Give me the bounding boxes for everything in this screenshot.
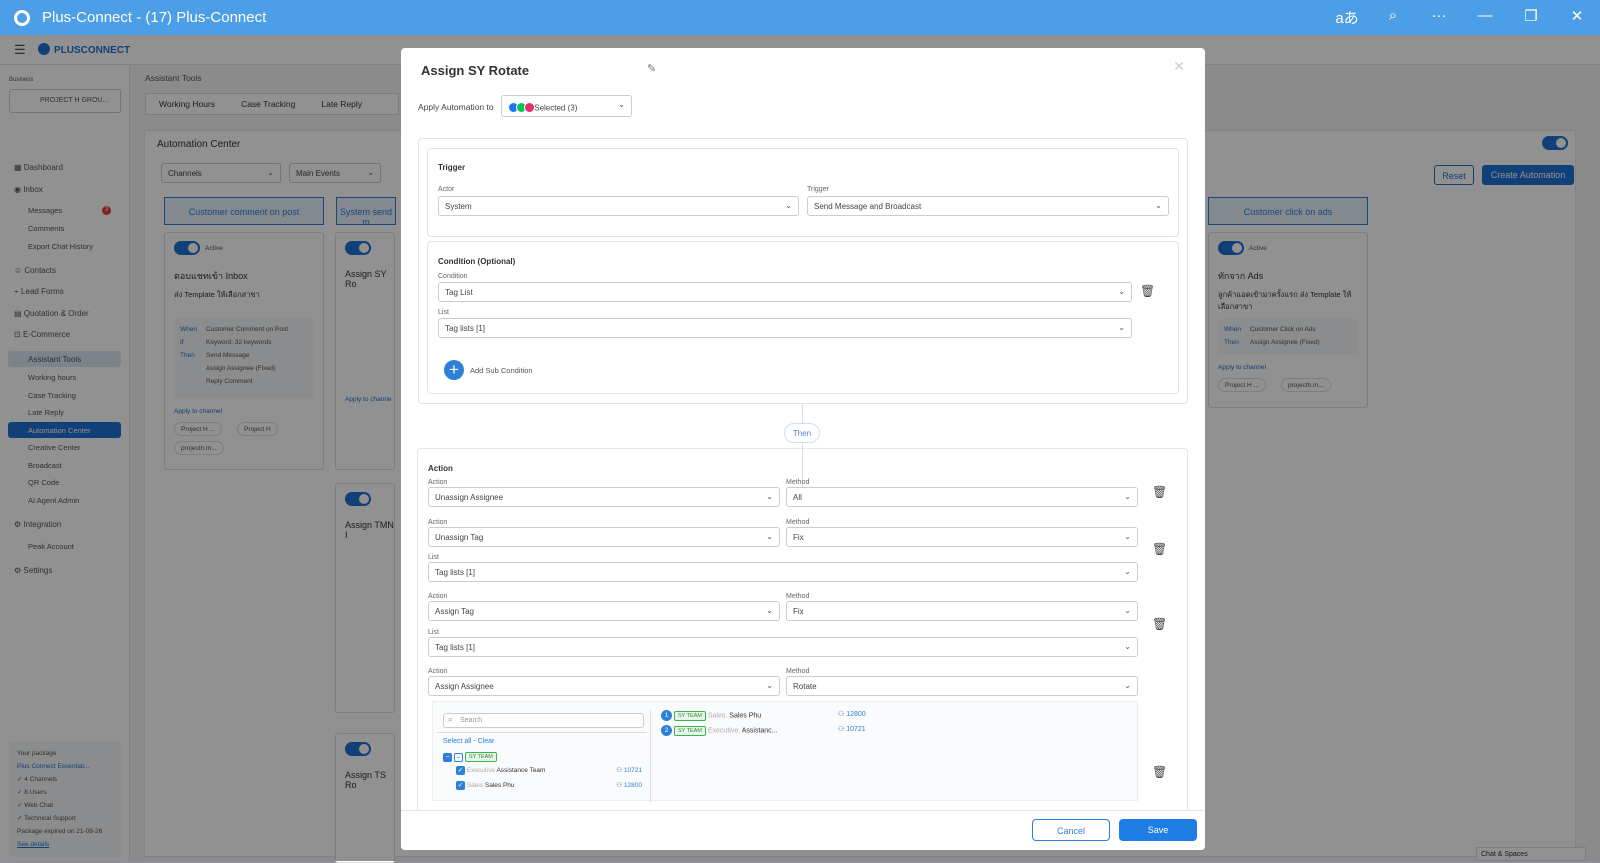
then-pill: Then — [784, 423, 820, 443]
method-label: Method — [786, 593, 810, 600]
assignee-picker: ⌕ Search Select all - Clear − − SY TEAM … — [432, 701, 1138, 802]
member-checkbox[interactable]: ✓ — [456, 766, 465, 775]
divider — [437, 732, 647, 733]
method-select[interactable]: Fix ⌄ — [786, 527, 1138, 547]
modal-footer: Cancel Save — [401, 810, 1205, 850]
select-all-clear[interactable]: Select all - Clear — [443, 738, 494, 745]
collapse-checkbox[interactable]: − — [443, 752, 452, 762]
list-select[interactable]: Tag lists [1] ⌄ — [428, 637, 1138, 657]
minimize-button[interactable]: — — [1462, 7, 1508, 28]
condition-heading: Condition (Optional) — [438, 257, 516, 266]
search-icon: ⌕ — [448, 715, 453, 724]
window-title: Plus-Connect - (17) Plus-Connect — [42, 9, 267, 26]
more-icon[interactable]: ··· — [1416, 7, 1462, 28]
modal-title: Assign SY Rotate — [421, 63, 530, 78]
team-checkbox[interactable]: − — [453, 752, 463, 762]
trigger-select[interactable]: Send Message and Broadcast ⌄ — [807, 196, 1169, 216]
window-controls: aあ ⌕ ··· — ❐ ✕ — [1324, 7, 1600, 28]
zoom-icon[interactable]: ⌕ — [1370, 7, 1416, 28]
delete-action-icon[interactable]: 🗑 — [1152, 617, 1167, 631]
condition-list-select[interactable]: Tag lists [1] ⌄ — [438, 318, 1132, 338]
action-select[interactable]: Unassign Assignee ⌄ — [428, 487, 780, 507]
trigger-heading: Trigger — [438, 163, 466, 172]
save-button[interactable]: Save — [1119, 819, 1197, 841]
member-row[interactable]: ✓ Executive Assistance Team ⚇ 10721 — [456, 766, 646, 775]
automation-modal: Assign SY Rotate ✎ ✕ Apply Automation to… — [401, 48, 1205, 850]
condition-select[interactable]: Tag List ⌄ — [438, 282, 1132, 302]
action-label: Action — [428, 519, 448, 526]
member-checkbox[interactable]: ✓ — [456, 781, 465, 790]
action-label: Action — [428, 479, 448, 486]
delete-action-icon[interactable]: 🗑 — [1152, 542, 1167, 556]
trigger-section: Trigger Actor System ⌄ Trigger Send Messa… — [427, 148, 1179, 237]
apply-automation-label: Apply Automation to — [418, 102, 494, 112]
method-select[interactable]: All ⌄ — [786, 487, 1138, 507]
delete-condition-icon[interactable]: 🗑 — [1140, 284, 1155, 298]
team-tag: SY TEAM — [464, 752, 497, 762]
method-select[interactable]: Rotate ⌄ — [786, 676, 1138, 696]
list-label: List — [428, 629, 439, 636]
delete-action-icon[interactable]: 🗑 — [1152, 485, 1167, 499]
action-select[interactable]: Unassign Tag ⌄ — [428, 527, 780, 547]
list-label: List — [428, 554, 439, 561]
trigger-condition-group: Trigger Actor System ⌄ Trigger Send Messa… — [418, 138, 1188, 404]
method-label: Method — [786, 479, 810, 486]
action-label: Action — [428, 668, 448, 675]
trigger-label: Trigger — [807, 186, 829, 193]
app-logo-icon — [14, 9, 30, 26]
list-select[interactable]: Tag lists [1] ⌄ — [428, 562, 1138, 582]
method-label: Method — [786, 668, 810, 675]
delete-action-icon[interactable]: 🗑 — [1152, 765, 1167, 779]
member-id: ⚇ 12800 — [616, 782, 642, 789]
add-sub-condition-icon[interactable]: + — [444, 360, 464, 380]
action-heading: Action — [428, 464, 453, 473]
condition-section: Condition (Optional) Condition Tag List ⌄… — [427, 241, 1179, 394]
close-icon[interactable]: ✕ — [1173, 58, 1185, 75]
translate-icon[interactable]: aあ — [1324, 7, 1370, 28]
actor-label: Actor — [438, 186, 455, 193]
team-row[interactable]: − − SY TEAM — [443, 752, 497, 762]
search-input[interactable]: ⌕ Search — [443, 713, 644, 728]
action-section: Action Action Unassign Assignee ⌄ Method … — [417, 448, 1188, 850]
close-window-button[interactable]: ✕ — [1554, 7, 1600, 28]
maximize-button[interactable]: ❐ — [1508, 7, 1554, 28]
method-label: Method — [786, 519, 810, 526]
member-id: ⚇ 10721 — [616, 767, 642, 774]
selected-assignee-row: 1 SY TEAM Sales. Sales Phu ⚇ 12800 — [661, 710, 891, 721]
channel-icons — [508, 102, 535, 115]
cancel-button[interactable]: Cancel — [1032, 819, 1110, 841]
add-sub-condition-button[interactable]: Add Sub Condition — [470, 366, 533, 375]
method-select[interactable]: Fix ⌄ — [786, 601, 1138, 621]
actor-select[interactable]: System ⌄ — [438, 196, 799, 216]
divider — [650, 710, 651, 802]
edit-title-icon[interactable]: ✎ — [647, 62, 656, 75]
member-row[interactable]: ✓ Sales Sales Phu ⚇ 12800 — [456, 781, 646, 790]
condition-list-label: List — [438, 309, 449, 316]
action-select[interactable]: Assign Assignee ⌄ — [428, 676, 780, 696]
apply-automation-select[interactable]: Selected (3) ⌄ — [501, 95, 632, 117]
selected-assignee-row: 2 SY TEAM Executive. Assistanc... ⚇ 1072… — [661, 725, 891, 736]
action-label: Action — [428, 593, 448, 600]
condition-label: Condition — [438, 273, 468, 280]
window-titlebar: Plus-Connect - (17) Plus-Connect aあ ⌕ ··… — [0, 0, 1600, 35]
action-select[interactable]: Assign Tag ⌄ — [428, 601, 780, 621]
